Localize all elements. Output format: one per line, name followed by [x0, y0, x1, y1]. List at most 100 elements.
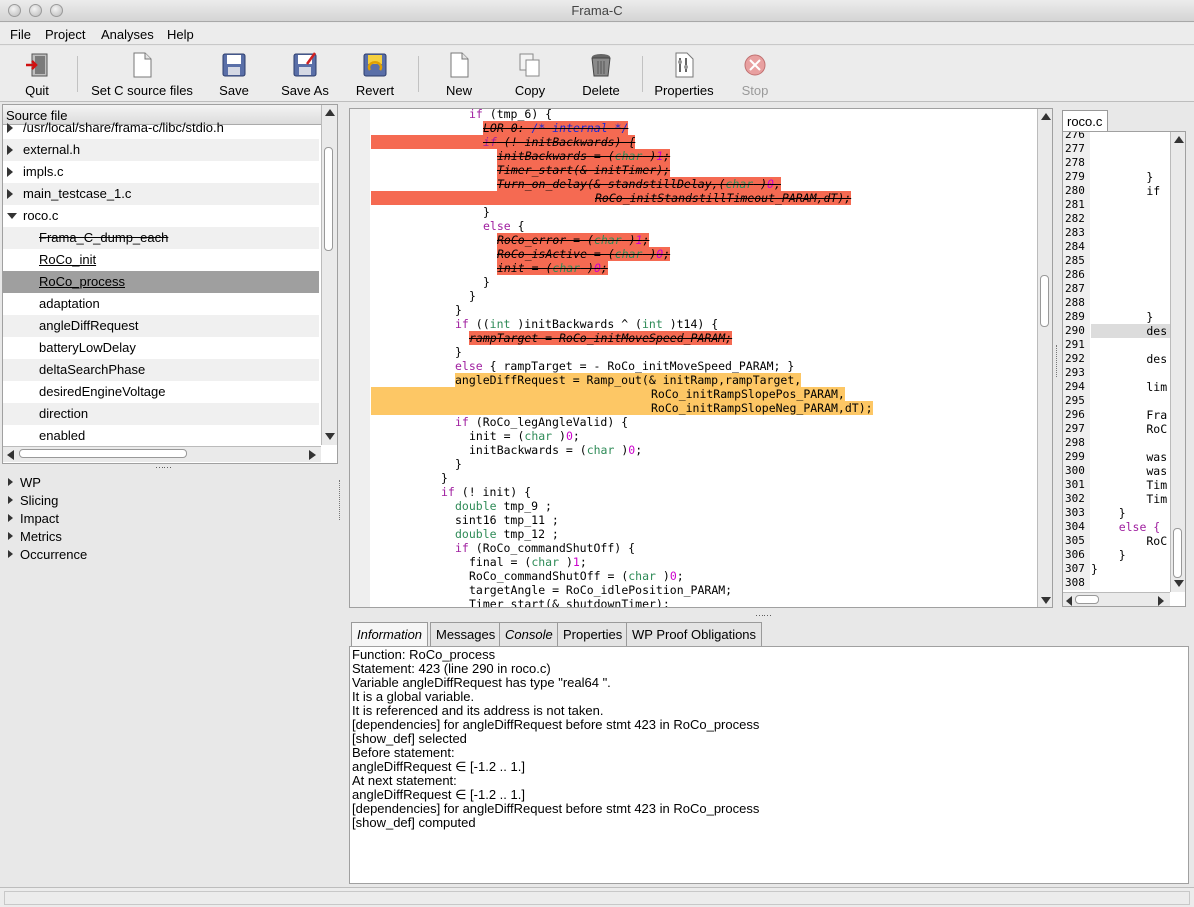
source-tab-roco[interactable]: roco.c: [1062, 110, 1108, 131]
source-line[interactable]: [1091, 240, 1170, 254]
collapsed-triangle-icon[interactable]: [8, 532, 13, 540]
tree-row[interactable]: enabled: [3, 425, 319, 447]
menu-project[interactable]: Project: [45, 27, 85, 42]
scroll-down-icon[interactable]: [325, 433, 335, 440]
scroll-up-icon[interactable]: [1174, 136, 1184, 143]
source-line[interactable]: [1091, 282, 1170, 296]
vertical-resize-grip[interactable]: [1056, 345, 1060, 377]
information-panel[interactable]: Function: RoCo_process Statement: 423 (li…: [349, 646, 1189, 884]
code-line[interactable]: final = (char )1;: [469, 555, 587, 569]
save-button[interactable]: Save: [210, 50, 258, 100]
tree-row[interactable]: RoCo_process: [3, 271, 319, 293]
source-line[interactable]: [1091, 436, 1170, 450]
tree-scroll-thumb[interactable]: [324, 147, 333, 251]
pane-resize-grip[interactable]: ⋯⋯: [755, 610, 772, 621]
properties-button[interactable]: Properties: [650, 50, 718, 100]
source-line[interactable]: des: [1091, 324, 1170, 338]
code-line[interactable]: LOR 0: /* internal */: [483, 121, 629, 135]
quit-button[interactable]: Quit: [12, 50, 62, 100]
scroll-right-icon[interactable]: [1158, 596, 1164, 606]
source-line[interactable]: Tim: [1091, 478, 1170, 492]
source-line[interactable]: des: [1091, 352, 1170, 366]
code-line[interactable]: Timer_start(& initTimer);: [497, 163, 671, 177]
code-line[interactable]: else {: [483, 219, 525, 233]
save-as-button[interactable]: Save As: [276, 50, 334, 100]
source-line[interactable]: Tim: [1091, 492, 1170, 506]
code-line[interactable]: RoCo_initRampSlopePos_PARAM,: [371, 387, 845, 401]
source-line[interactable]: }: [1091, 548, 1170, 562]
delete-project-button[interactable]: Delete: [576, 50, 626, 100]
source-vertical-scrollbar[interactable]: [1170, 132, 1185, 592]
code-line[interactable]: double tmp_12 ;: [455, 527, 559, 541]
copy-project-button[interactable]: Copy: [506, 50, 554, 100]
source-hscroll-thumb[interactable]: [1075, 595, 1099, 604]
code-line[interactable]: }: [441, 471, 448, 485]
code-line[interactable]: init = (char )0;: [497, 261, 608, 275]
source-line[interactable]: RoC: [1091, 534, 1170, 548]
code-line[interactable]: else { rampTarget = - RoCo_initMoveSpeed…: [455, 359, 794, 373]
source-line[interactable]: [1091, 198, 1170, 212]
source-line[interactable]: [1091, 132, 1170, 142]
menu-file[interactable]: File: [10, 27, 31, 42]
code-line[interactable]: if (! init) {: [441, 485, 531, 499]
code-line[interactable]: Turn_on_delay(& standstillDelay,(char )0…: [497, 177, 781, 191]
source-line[interactable]: [1091, 576, 1170, 590]
source-line[interactable]: else {: [1091, 520, 1170, 534]
tab-information[interactable]: Information: [351, 622, 429, 646]
code-line[interactable]: if ((int )initBackwards ^ (int )t14) {: [455, 317, 718, 331]
source-line[interactable]: if: [1091, 184, 1170, 198]
new-project-button[interactable]: New: [436, 50, 482, 100]
code-scroll-thumb[interactable]: [1040, 275, 1049, 327]
tree-row[interactable]: Frama_C_dump_each: [3, 227, 319, 249]
collapsed-triangle-icon[interactable]: [7, 167, 13, 177]
code-line[interactable]: RoCo_error = (char )1;: [497, 233, 650, 247]
scroll-up-icon[interactable]: [1041, 113, 1051, 120]
code-line[interactable]: sint16 tmp_11 ;: [455, 513, 559, 527]
tree-row[interactable]: roco.c: [3, 205, 319, 227]
source-line[interactable]: [1091, 212, 1170, 226]
code-line[interactable]: }: [483, 205, 490, 219]
source-line[interactable]: RoC: [1091, 422, 1170, 436]
source-line[interactable]: }: [1091, 310, 1170, 324]
source-line[interactable]: was: [1091, 450, 1170, 464]
code-line[interactable]: if (RoCo_commandShutOff) {: [455, 541, 635, 555]
tree-row[interactable]: desiredEngineVoltage: [3, 381, 319, 403]
scroll-down-icon[interactable]: [1174, 580, 1184, 587]
collapsed-triangle-icon[interactable]: [8, 496, 13, 504]
code-line[interactable]: if (RoCo_legAngleValid) {: [455, 415, 628, 429]
collapsed-triangle-icon[interactable]: [8, 478, 13, 486]
code-line[interactable]: angleDiffRequest = Ramp_out(& initRamp,r…: [455, 373, 802, 387]
menu-help[interactable]: Help: [167, 27, 194, 42]
code-vertical-scrollbar[interactable]: [1037, 109, 1052, 607]
set-sources-button[interactable]: Set C source files: [86, 50, 198, 100]
stop-button[interactable]: Stop: [733, 50, 777, 100]
code-line[interactable]: }: [469, 289, 476, 303]
tree-row[interactable]: batteryLowDelay: [3, 337, 319, 359]
code-line[interactable]: targetAngle = RoCo_idlePosition_PARAM;: [469, 583, 732, 597]
source-line[interactable]: [1091, 254, 1170, 268]
scroll-right-icon[interactable]: [309, 450, 316, 460]
source-line[interactable]: [1091, 226, 1170, 240]
expanded-triangle-icon[interactable]: [7, 213, 17, 219]
menu-analyses[interactable]: Analyses: [101, 27, 154, 42]
code-line[interactable]: rampTarget = RoCo_initMoveSpeed_PARAM;: [469, 331, 733, 345]
source-line[interactable]: [1091, 296, 1170, 310]
code-line[interactable]: if (! initBackwards) {: [371, 135, 636, 149]
vertical-resize-grip[interactable]: [339, 480, 343, 520]
source-line[interactable]: lim: [1091, 380, 1170, 394]
code-line[interactable]: RoCo_isActive = (char )0;: [497, 247, 671, 261]
tree-row[interactable]: adaptation: [3, 293, 319, 315]
scroll-down-icon[interactable]: [1041, 597, 1051, 604]
source-horizontal-scrollbar[interactable]: [1063, 592, 1170, 606]
original-source-view[interactable]: 276 277 278 279 } 280 if 281 282 283 284 285 286 28…: [1062, 131, 1186, 607]
scroll-up-icon[interactable]: [325, 109, 335, 116]
source-line[interactable]: Fra: [1091, 408, 1170, 422]
code-line[interactable]: RoCo_initRampSlopeNeg_PARAM,dT);: [371, 401, 873, 415]
source-line[interactable]: [1091, 268, 1170, 282]
scroll-left-icon[interactable]: [7, 450, 14, 460]
code-line[interactable]: }: [455, 457, 462, 471]
tab-wp-proof-obligations[interactable]: WP Proof Obligations: [626, 622, 763, 646]
code-line[interactable]: RoCo_initStandstillTimeout_PARAM,dT);: [371, 191, 852, 205]
tree-row[interactable]: direction: [3, 403, 319, 425]
tree-row[interactable]: /usr/local/share/frama-c/libc/stdio.h: [3, 117, 319, 139]
